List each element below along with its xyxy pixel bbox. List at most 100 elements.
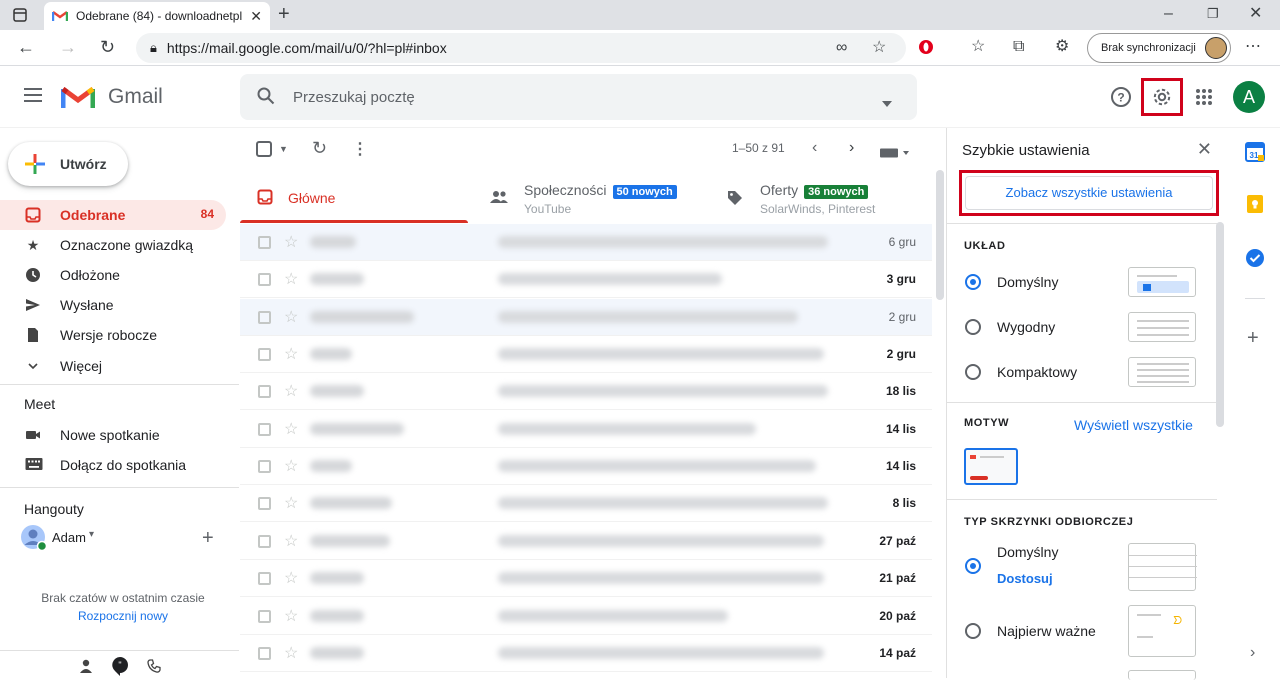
tab-primary[interactable]: Główne	[240, 172, 468, 223]
nav-item-starred[interactable]: ★ Oznaczone gwiazdką	[0, 230, 226, 260]
email-checkbox[interactable]	[258, 385, 271, 398]
mail-list-scrollbar[interactable]	[936, 170, 944, 300]
reader-icon[interactable]: ∞	[836, 40, 847, 56]
email-checkbox[interactable]	[258, 236, 271, 249]
email-checkbox[interactable]	[258, 535, 271, 548]
close-window-icon[interactable]: ✕	[1249, 6, 1262, 22]
new-tab-icon[interactable]: +	[278, 4, 290, 24]
quick-settings-scrollbar[interactable]	[1216, 222, 1224, 427]
add-addon-icon[interactable]: +	[1247, 328, 1259, 348]
user-dropdown-icon[interactable]: ▾	[89, 529, 94, 540]
email-row[interactable]: ☆ 14 lis	[240, 448, 932, 485]
nav-item-snoozed[interactable]: Odłożone	[0, 260, 226, 290]
settings-gear-icon[interactable]	[1151, 86, 1173, 113]
email-checkbox[interactable]	[258, 497, 271, 510]
lock-icon[interactable]: 🔒︎	[150, 40, 157, 56]
inbox-default-radio[interactable]	[965, 558, 981, 574]
nav-item-drafts[interactable]: Wersje robocze	[0, 320, 226, 350]
reload-icon[interactable]: ↻	[100, 38, 115, 56]
select-dropdown-icon[interactable]: ▼	[279, 144, 288, 154]
opera-extension-icon[interactable]	[918, 39, 934, 59]
compose-button[interactable]: Utwórz	[8, 142, 128, 186]
input-tools-icon[interactable]	[880, 145, 910, 161]
refresh-icon[interactable]: ↻	[312, 138, 327, 159]
url-field[interactable]: 🔒︎ https://mail.google.com/mail/u/0/?hl=…	[136, 33, 906, 63]
search-options-icon[interactable]	[882, 94, 892, 112]
favorite-add-icon[interactable]: ☆	[872, 40, 886, 56]
tab-promotions[interactable]: Oferty 36 nowych SolarWinds, Pinterest	[708, 172, 936, 222]
email-checkbox[interactable]	[258, 348, 271, 361]
prev-page-icon[interactable]: ‹	[812, 139, 817, 157]
inbox-important-radio[interactable]	[965, 623, 981, 639]
layout-compact-thumbnail[interactable]	[1128, 357, 1196, 387]
email-row[interactable]: ☆ 21 paź	[240, 560, 932, 597]
keep-icon[interactable]	[1245, 194, 1265, 214]
calendar-icon[interactable]: 31	[1245, 142, 1265, 162]
more-options-icon[interactable]: ⋯	[1245, 39, 1261, 55]
email-checkbox[interactable]	[258, 423, 271, 436]
star-toggle-icon[interactable]: ☆	[284, 456, 298, 476]
layout-comfortable-thumbnail[interactable]	[1128, 312, 1196, 342]
phone-icon[interactable]	[147, 659, 161, 678]
email-row[interactable]: ☆ 8 lis	[240, 485, 932, 522]
expand-panel-icon[interactable]: ›	[1250, 644, 1255, 662]
email-row[interactable]: ☆ 18 lis	[240, 373, 932, 410]
inbox-default-label[interactable]: Domyślny	[997, 544, 1058, 560]
layout-default-label[interactable]: Domyślny	[997, 274, 1058, 290]
help-icon[interactable]: ?	[1110, 86, 1132, 113]
extensions-icon[interactable]: ⚙	[1055, 39, 1069, 55]
hangouts-chat-icon[interactable]: "	[111, 656, 129, 681]
search-bar[interactable]: Przeszukaj pocztę	[240, 74, 917, 120]
forward-icon[interactable]: →	[59, 38, 77, 56]
apps-grid-icon[interactable]	[1196, 89, 1212, 110]
email-checkbox[interactable]	[258, 311, 271, 324]
layout-compact-radio[interactable]	[965, 364, 981, 380]
search-icon[interactable]	[257, 87, 275, 110]
tasks-icon[interactable]	[1245, 248, 1265, 268]
star-toggle-icon[interactable]: ☆	[284, 493, 298, 513]
email-row[interactable]: ☆ 2 gru	[240, 336, 932, 373]
browser-tab-gmail[interactable]: Odebrane (84) - downloadnetpl ✕	[44, 2, 270, 30]
star-toggle-icon[interactable]: ☆	[284, 531, 298, 551]
collections-icon[interactable]: ⧉	[1013, 39, 1024, 55]
hangouts-user-avatar[interactable]	[21, 525, 48, 552]
gmail-logo-icon[interactable]	[60, 84, 96, 114]
nav-item-new-meeting[interactable]: Nowe spotkanie	[0, 420, 226, 450]
inbox-customize-link[interactable]: Dostosuj	[997, 571, 1053, 586]
email-checkbox[interactable]	[258, 273, 271, 286]
inbox-default-thumbnail[interactable]	[1128, 543, 1197, 591]
next-page-icon[interactable]: ›	[849, 139, 854, 157]
email-row[interactable]: ☆ 6 gru	[240, 224, 932, 261]
star-toggle-icon[interactable]: ☆	[284, 344, 298, 364]
close-tab-icon[interactable]: ✕	[250, 8, 262, 25]
email-row[interactable]: ☆ 14 paź	[240, 635, 932, 672]
star-toggle-icon[interactable]: ☆	[284, 232, 298, 252]
see-all-settings-button[interactable]: Zobacz wszystkie ustawienia	[965, 176, 1213, 210]
nav-item-join-meeting[interactable]: Dołącz do spotkania	[0, 450, 226, 480]
search-input[interactable]: Przeszukaj pocztę	[293, 89, 415, 106]
email-row[interactable]: ☆ 27 paź	[240, 523, 932, 560]
minimize-icon[interactable]: –	[1164, 6, 1173, 22]
email-checkbox[interactable]	[258, 610, 271, 623]
star-toggle-icon[interactable]: ☆	[284, 568, 298, 588]
email-checkbox[interactable]	[258, 647, 271, 660]
nav-item-more[interactable]: Więcej	[0, 351, 226, 381]
star-toggle-icon[interactable]: ☆	[284, 606, 298, 626]
view-all-themes-link[interactable]: Wyświetl wszystkie	[1074, 417, 1193, 433]
layout-default-thumbnail[interactable]	[1128, 267, 1196, 297]
layout-comfortable-radio[interactable]	[965, 319, 981, 335]
star-toggle-icon[interactable]: ☆	[284, 643, 298, 663]
current-theme-thumbnail[interactable]	[964, 448, 1018, 485]
star-toggle-icon[interactable]: ☆	[284, 381, 298, 401]
contacts-icon[interactable]	[79, 659, 93, 678]
inbox-important-label[interactable]: Najpierw ważne	[997, 623, 1096, 639]
nav-item-sent[interactable]: Wysłane	[0, 290, 226, 320]
email-row[interactable]: ☆ 2 gru	[240, 299, 932, 336]
tab-social[interactable]: Społeczności 50 nowych YouTube	[472, 172, 700, 222]
add-chat-icon[interactable]: +	[202, 528, 214, 548]
layout-comfortable-label[interactable]: Wygodny	[997, 319, 1055, 335]
select-all-checkbox[interactable]	[256, 141, 272, 160]
more-actions-icon[interactable]: ⋮	[352, 139, 368, 159]
layout-compact-label[interactable]: Kompaktowy	[997, 364, 1077, 380]
layout-default-radio[interactable]	[965, 274, 981, 290]
